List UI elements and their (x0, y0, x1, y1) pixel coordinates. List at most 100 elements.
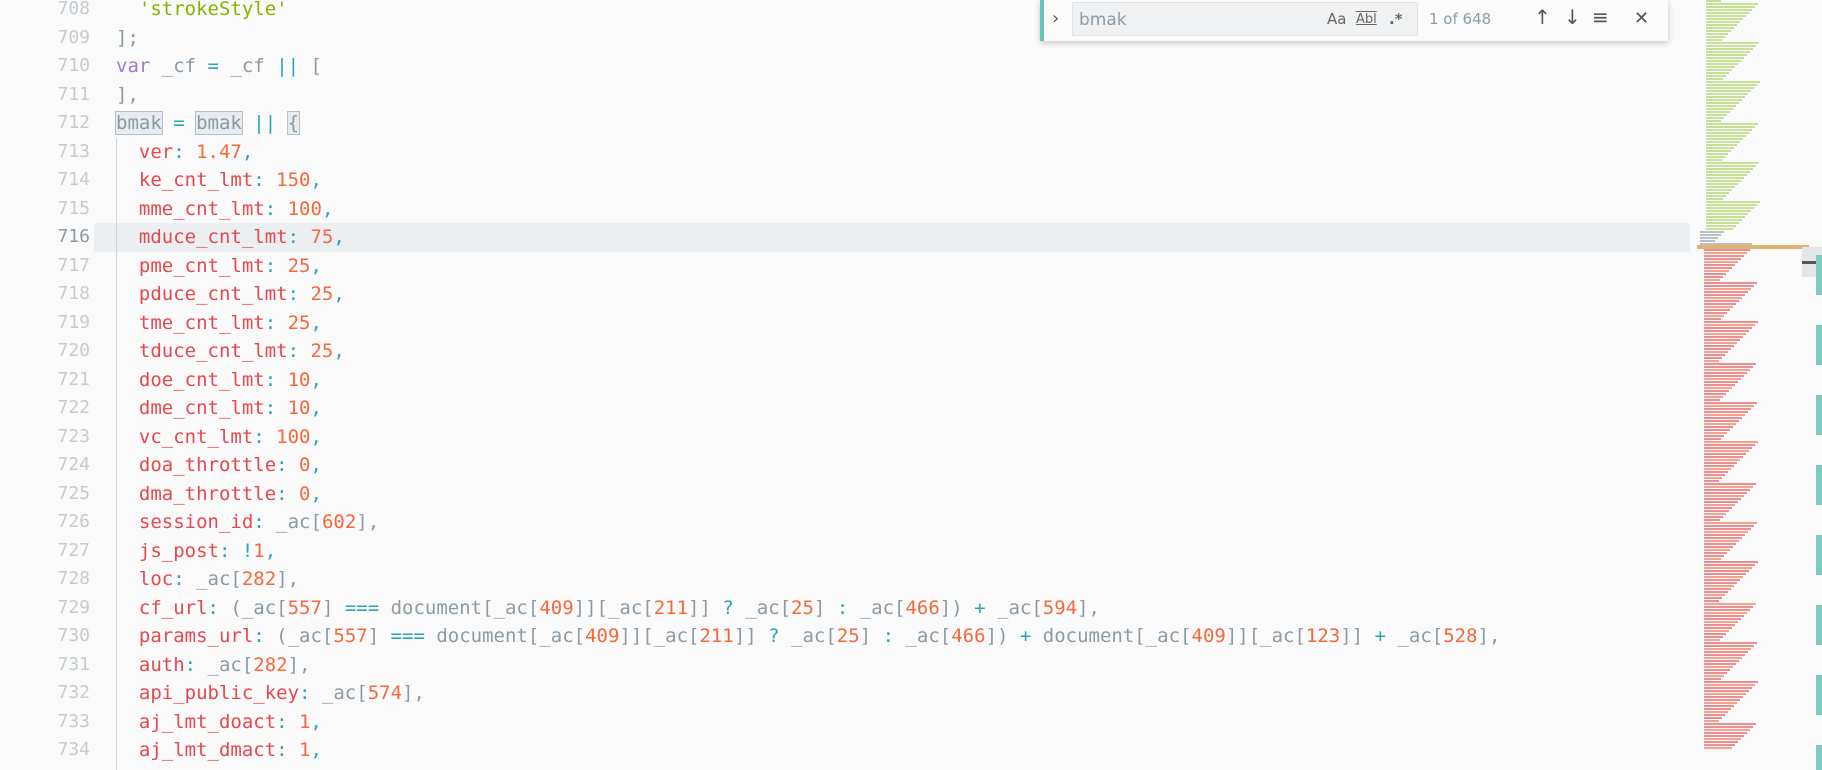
code-token: 282 (241, 568, 277, 590)
code-line: dma_throttle: 0, (116, 480, 322, 509)
code-token: doe_cnt_lmt (116, 368, 265, 391)
code-line: js_post: !1, (116, 537, 276, 566)
code-line: dme_cnt_lmt: 10, (116, 394, 322, 423)
minimap-line (1704, 306, 1733, 308)
scrollbar-match-markers (1816, 255, 1822, 770)
code-token: tduce_cnt_lmt (116, 340, 288, 362)
code-token: _ac[ (207, 653, 254, 676)
code-line: params_url: (_ac[557] === document[_ac[4… (116, 622, 1501, 651)
minimap-line (1704, 594, 1725, 596)
code-token: : (299, 682, 322, 704)
scrollbar[interactable] (1802, 0, 1822, 770)
arrow-up-icon[interactable]: ↑ (1534, 5, 1551, 29)
minimap-line (1706, 57, 1744, 59)
code-token: loc (116, 568, 174, 590)
minimap-line (1704, 567, 1752, 569)
code-token: ]] (688, 596, 723, 619)
minimap-line (1706, 78, 1723, 80)
minimap-line (1704, 579, 1740, 581)
arrow-down-icon[interactable]: ↓ (1564, 5, 1581, 29)
minimap[interactable] (1690, 0, 1809, 770)
line-number: 720 (57, 340, 90, 361)
line-number: 712 (57, 112, 90, 133)
code-token: : (882, 625, 895, 647)
minimap-line (1704, 537, 1742, 539)
code-token: + (1374, 625, 1387, 647)
find-input[interactable]: bmak Aa Abl .* (1072, 2, 1418, 36)
minimap-line (1704, 498, 1741, 500)
minimap-line (1704, 744, 1735, 746)
minimap-line (1704, 600, 1719, 602)
minimap-line (1706, 201, 1760, 203)
minimap-line (1706, 228, 1733, 230)
code-token: params_url (116, 625, 254, 647)
code-token: 409 (585, 625, 620, 647)
minimap-line (1704, 684, 1755, 686)
code-token: 1.47 (196, 140, 242, 163)
code-token: + (1019, 625, 1032, 647)
minimap-line (1700, 240, 1715, 242)
minimap-line (1706, 96, 1745, 98)
minimap-line (1704, 639, 1720, 641)
minimap-line (1706, 174, 1747, 176)
code-token: , (310, 454, 322, 476)
code-token: js_post (116, 539, 219, 562)
minimap-line (1704, 405, 1754, 407)
lines-icon[interactable]: ≡ (1592, 5, 1609, 29)
code-token: , (310, 425, 322, 448)
code-line: ], (116, 81, 139, 110)
code-token: ]; (116, 26, 139, 49)
line-number: 730 (57, 625, 90, 646)
code-token: , (333, 226, 345, 248)
minimap-line (1704, 747, 1732, 749)
minimap-line (1704, 273, 1726, 275)
code-token: || (276, 55, 300, 77)
chevron-right-icon[interactable]: › (1052, 8, 1059, 29)
minimap-line (1704, 297, 1742, 299)
minimap-line (1706, 93, 1748, 95)
line-number: 722 (57, 397, 90, 418)
minimap-line (1706, 141, 1740, 143)
search-match: { (286, 111, 301, 135)
whole-word-button[interactable]: Abl (1356, 12, 1377, 27)
code-token: === (390, 625, 425, 647)
code-token: 528 (1443, 625, 1478, 647)
minimap-line (1704, 651, 1748, 653)
line-number: 708 (57, 0, 90, 19)
minimap-line (1704, 384, 1735, 386)
code-token: mme_cnt_lmt (116, 197, 265, 220)
minimap-line (1704, 420, 1739, 422)
code-token: : (253, 169, 277, 191)
close-icon[interactable]: ✕ (1634, 8, 1649, 29)
minimap-line (1704, 705, 1734, 707)
minimap-line (1704, 471, 1728, 473)
code-token: api_public_key (116, 682, 300, 704)
code-token: : (173, 568, 197, 590)
code-token: , (264, 539, 277, 562)
minimap-line (1704, 726, 1753, 728)
minimap-line (1704, 300, 1739, 302)
minimap-line (1706, 153, 1728, 155)
minimap-line (1704, 729, 1750, 731)
minimap-line (1704, 393, 1726, 395)
code-token: aj_lmt_dmact (116, 739, 277, 761)
minimap-line (1704, 354, 1725, 356)
match-case-button[interactable]: Aa (1327, 10, 1346, 28)
minimap-line (1706, 162, 1759, 164)
minimap-line (1706, 54, 1747, 56)
minimap-line (1704, 552, 1727, 554)
code-token: _ac[ (779, 625, 837, 647)
regex-button[interactable]: .* (1389, 10, 1403, 28)
line-number: 729 (57, 596, 90, 618)
minimap-line (1704, 363, 1756, 365)
minimap-line (1704, 327, 1752, 329)
code-token: : (276, 454, 300, 476)
code-editor[interactable]: 'strokeStyle']; var _cf = _cf || [], bmak … (115, 0, 1682, 770)
line-number: 732 (57, 682, 90, 703)
minimap-line (1704, 738, 1741, 740)
minimap-line (1704, 279, 1720, 281)
code-token: _ac[ (733, 596, 792, 619)
minimap-line (1706, 195, 1726, 197)
code-token: pme_cnt_lmt (116, 254, 265, 277)
minimap-line (1704, 555, 1724, 557)
